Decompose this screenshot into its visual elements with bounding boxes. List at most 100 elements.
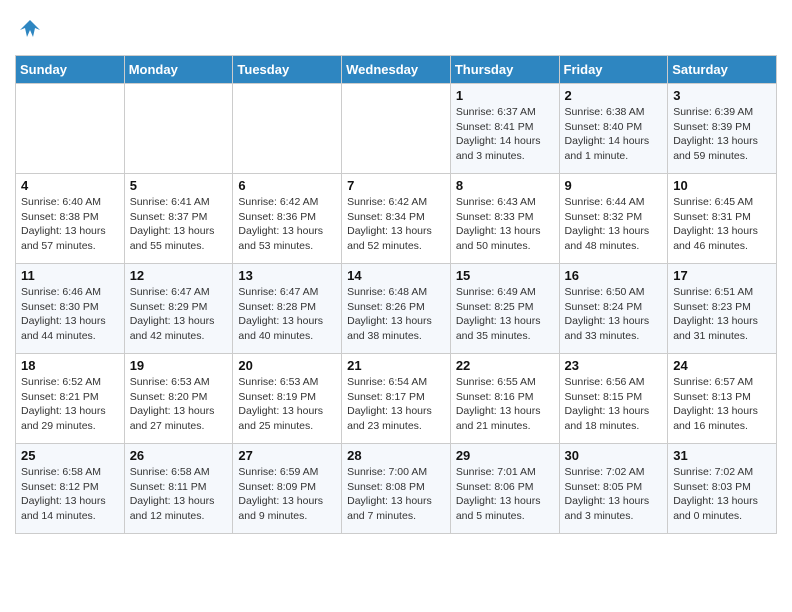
header-area (15, 15, 777, 45)
logo-icon (15, 15, 45, 45)
day-number: 6 (238, 178, 336, 193)
day-cell (342, 84, 451, 174)
day-number: 4 (21, 178, 119, 193)
day-number: 11 (21, 268, 119, 283)
day-info: Sunrise: 6:45 AM Sunset: 8:31 PM Dayligh… (673, 195, 771, 254)
day-number: 3 (673, 88, 771, 103)
week-row-5: 25 Sunrise: 6:58 AM Sunset: 8:12 PM Dayli… (16, 444, 777, 534)
day-info: Sunrise: 6:38 AM Sunset: 8:40 PM Dayligh… (565, 105, 663, 164)
day-cell: 5Sunrise: 6:41 AM Sunset: 8:37 PM Daylig… (124, 174, 233, 264)
day-number: 22 (456, 358, 554, 373)
day-info: Sunrise: 6:51 AM Sunset: 8:23 PM Dayligh… (673, 285, 771, 344)
day-cell: 4 Sunrise: 6:40 AM Sunset: 8:38 PM Daylig… (16, 174, 125, 264)
day-cell: 11 Sunrise: 6:46 AM Sunset: 8:30 PM Dayli… (16, 264, 125, 354)
day-number: 23 (565, 358, 663, 373)
day-number: 30 (565, 448, 663, 463)
day-info: Sunrise: 6:37 AM Sunset: 8:41 PM Dayligh… (456, 105, 554, 164)
weekday-header-monday: Monday (124, 56, 233, 84)
day-number: 18 (21, 358, 119, 373)
logo (15, 15, 51, 45)
day-info: Sunrise: 6:50 AM Sunset: 8:24 PM Dayligh… (565, 285, 663, 344)
day-number: 29 (456, 448, 554, 463)
weekday-header-saturday: Saturday (668, 56, 777, 84)
day-cell: 21 Sunrise: 6:54 AM Sunset: 8:17 PM Dayli… (342, 354, 451, 444)
day-cell (16, 84, 125, 174)
day-cell: 8 Sunrise: 6:43 AM Sunset: 8:33 PM Daylig… (450, 174, 559, 264)
day-number: 12 (130, 268, 228, 283)
week-row-3: 11 Sunrise: 6:46 AM Sunset: 8:30 PM Dayli… (16, 264, 777, 354)
day-cell: 28Sunrise: 7:00 AM Sunset: 8:08 PM Dayli… (342, 444, 451, 534)
day-number: 19 (130, 358, 228, 373)
day-cell: 18Sunrise: 6:52 AM Sunset: 8:21 PM Dayli… (16, 354, 125, 444)
day-cell: 29 Sunrise: 7:01 AM Sunset: 8:06 PM Dayli… (450, 444, 559, 534)
day-number: 28 (347, 448, 445, 463)
day-info: Sunrise: 6:53 AM Sunset: 8:20 PM Dayligh… (130, 375, 228, 434)
calendar-table: SundayMondayTuesdayWednesdayThursdayFrid… (15, 55, 777, 534)
day-info: Sunrise: 6:49 AM Sunset: 8:25 PM Dayligh… (456, 285, 554, 344)
weekday-header-tuesday: Tuesday (233, 56, 342, 84)
day-number: 5 (130, 178, 228, 193)
day-number: 20 (238, 358, 336, 373)
day-info: Sunrise: 6:53 AM Sunset: 8:19 PM Dayligh… (238, 375, 336, 434)
day-number: 9 (565, 178, 663, 193)
day-cell: 15 Sunrise: 6:49 AM Sunset: 8:25 PM Dayli… (450, 264, 559, 354)
day-number: 24 (673, 358, 771, 373)
day-number: 8 (456, 178, 554, 193)
day-cell: 30 Sunrise: 7:02 AM Sunset: 8:05 PM Dayli… (559, 444, 668, 534)
weekday-header-friday: Friday (559, 56, 668, 84)
day-cell (233, 84, 342, 174)
day-cell: 25 Sunrise: 6:58 AM Sunset: 8:12 PM Dayli… (16, 444, 125, 534)
day-info: Sunrise: 6:44 AM Sunset: 8:32 PM Dayligh… (565, 195, 663, 254)
day-info: Sunrise: 6:46 AM Sunset: 8:30 PM Dayligh… (21, 285, 119, 344)
day-cell: 9 Sunrise: 6:44 AM Sunset: 8:32 PM Daylig… (559, 174, 668, 264)
day-number: 25 (21, 448, 119, 463)
day-info: Sunrise: 6:55 AM Sunset: 8:16 PM Dayligh… (456, 375, 554, 434)
day-cell: 16 Sunrise: 6:50 AM Sunset: 8:24 PM Dayli… (559, 264, 668, 354)
day-cell: 14Sunrise: 6:48 AM Sunset: 8:26 PM Dayli… (342, 264, 451, 354)
weekday-header-wednesday: Wednesday (342, 56, 451, 84)
day-info: Sunrise: 6:58 AM Sunset: 8:11 PM Dayligh… (130, 465, 228, 524)
day-cell: 27Sunrise: 6:59 AM Sunset: 8:09 PM Dayli… (233, 444, 342, 534)
weekday-header-sunday: Sunday (16, 56, 125, 84)
day-number: 26 (130, 448, 228, 463)
day-info: Sunrise: 6:39 AM Sunset: 8:39 PM Dayligh… (673, 105, 771, 164)
day-cell: 31 Sunrise: 7:02 AM Sunset: 8:03 PM Dayli… (668, 444, 777, 534)
day-cell: 12 Sunrise: 6:47 AM Sunset: 8:29 PM Dayli… (124, 264, 233, 354)
day-info: Sunrise: 7:02 AM Sunset: 8:05 PM Dayligh… (565, 465, 663, 524)
day-number: 16 (565, 268, 663, 283)
day-info: Sunrise: 6:54 AM Sunset: 8:17 PM Dayligh… (347, 375, 445, 434)
day-cell: 10 Sunrise: 6:45 AM Sunset: 8:31 PM Dayli… (668, 174, 777, 264)
weekday-header-thursday: Thursday (450, 56, 559, 84)
day-info: Sunrise: 6:58 AM Sunset: 8:12 PM Dayligh… (21, 465, 119, 524)
week-row-1: 1Sunrise: 6:37 AM Sunset: 8:41 PM Daylig… (16, 84, 777, 174)
day-info: Sunrise: 7:02 AM Sunset: 8:03 PM Dayligh… (673, 465, 771, 524)
day-number: 7 (347, 178, 445, 193)
day-number: 31 (673, 448, 771, 463)
day-cell: 19 Sunrise: 6:53 AM Sunset: 8:20 PM Dayli… (124, 354, 233, 444)
day-info: Sunrise: 6:59 AM Sunset: 8:09 PM Dayligh… (238, 465, 336, 524)
day-cell (124, 84, 233, 174)
day-info: Sunrise: 6:57 AM Sunset: 8:13 PM Dayligh… (673, 375, 771, 434)
day-cell: 6 Sunrise: 6:42 AM Sunset: 8:36 PM Daylig… (233, 174, 342, 264)
day-cell: 7 Sunrise: 6:42 AM Sunset: 8:34 PM Daylig… (342, 174, 451, 264)
day-number: 15 (456, 268, 554, 283)
day-number: 10 (673, 178, 771, 193)
day-info: Sunrise: 6:42 AM Sunset: 8:36 PM Dayligh… (238, 195, 336, 254)
day-number: 21 (347, 358, 445, 373)
day-info: Sunrise: 6:42 AM Sunset: 8:34 PM Dayligh… (347, 195, 445, 254)
day-cell: 17 Sunrise: 6:51 AM Sunset: 8:23 PM Dayli… (668, 264, 777, 354)
day-info: Sunrise: 6:56 AM Sunset: 8:15 PM Dayligh… (565, 375, 663, 434)
day-info: Sunrise: 6:47 AM Sunset: 8:28 PM Dayligh… (238, 285, 336, 344)
day-number: 17 (673, 268, 771, 283)
day-cell: 2 Sunrise: 6:38 AM Sunset: 8:40 PM Daylig… (559, 84, 668, 174)
day-info: Sunrise: 6:47 AM Sunset: 8:29 PM Dayligh… (130, 285, 228, 344)
day-info: Sunrise: 6:43 AM Sunset: 8:33 PM Dayligh… (456, 195, 554, 254)
week-row-2: 4 Sunrise: 6:40 AM Sunset: 8:38 PM Daylig… (16, 174, 777, 264)
day-info: Sunrise: 6:40 AM Sunset: 8:38 PM Dayligh… (21, 195, 119, 254)
day-info: Sunrise: 7:01 AM Sunset: 8:06 PM Dayligh… (456, 465, 554, 524)
day-cell: 3 Sunrise: 6:39 AM Sunset: 8:39 PM Daylig… (668, 84, 777, 174)
day-cell: 22 Sunrise: 6:55 AM Sunset: 8:16 PM Dayli… (450, 354, 559, 444)
day-number: 2 (565, 88, 663, 103)
day-cell: 23 Sunrise: 6:56 AM Sunset: 8:15 PM Dayli… (559, 354, 668, 444)
day-info: Sunrise: 6:48 AM Sunset: 8:26 PM Dayligh… (347, 285, 445, 344)
